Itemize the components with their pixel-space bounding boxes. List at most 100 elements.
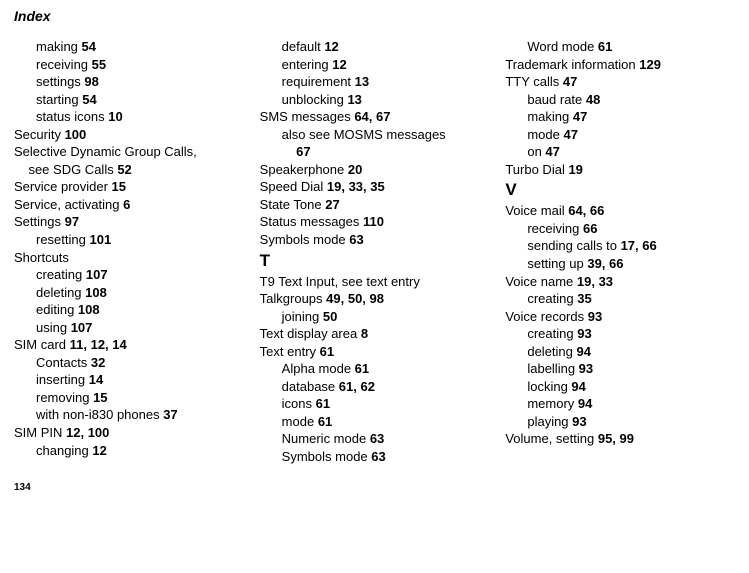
entry-text: deleting — [36, 285, 85, 300]
entry-page: 94 — [571, 379, 585, 394]
entry-text: Text entry — [260, 344, 320, 359]
entry-page: 27 — [325, 197, 339, 212]
entry-page: 101 — [89, 232, 111, 247]
column-2: default 12entering 12requirement 13unblo… — [260, 38, 490, 466]
index-entry: Status messages 110 — [260, 213, 490, 231]
entry-text: Selective Dynamic Group Calls, see SDG C… — [14, 144, 197, 177]
entry-text: using — [36, 320, 71, 335]
index-entry: Symbols mode 63 — [282, 448, 490, 466]
entry-page: 61 — [598, 39, 612, 54]
index-entry: with non-i830 phones 37 — [36, 406, 244, 424]
entry-page: 108 — [85, 285, 107, 300]
entry-page: 54 — [82, 92, 96, 107]
entry-text: database — [282, 379, 339, 394]
entry-page: 61, 62 — [339, 379, 375, 394]
index-entry: database 61, 62 — [282, 378, 490, 396]
section-letter: T — [260, 251, 490, 271]
index-entry: making 47 — [527, 108, 735, 126]
index-entry: Voice records 93 — [505, 308, 735, 326]
entry-page: 63 — [349, 232, 363, 247]
index-entry: changing 12 — [36, 442, 244, 460]
entry-text: resetting — [36, 232, 89, 247]
entry-page: 107 — [86, 267, 108, 282]
index-entry: Contacts 32 — [36, 354, 244, 372]
index-entry: Speakerphone 20 — [260, 161, 490, 179]
entry-page: 6 — [123, 197, 130, 212]
entry-text: editing — [36, 302, 78, 317]
entry-text: Voice mail — [505, 203, 568, 218]
entry-text: Shortcuts — [14, 250, 69, 265]
entry-page: 95, 99 — [598, 431, 634, 446]
entry-page: 61 — [355, 361, 369, 376]
entry-text: setting up — [527, 256, 587, 271]
page-number: 134 — [14, 482, 735, 493]
index-entry: memory 94 — [527, 395, 735, 413]
entry-page: 13 — [347, 92, 361, 107]
entry-text: joining — [282, 309, 323, 324]
index-entry: Numeric mode 63 — [282, 430, 490, 448]
entry-page: 54 — [82, 39, 96, 54]
entry-text: sending calls to — [527, 238, 620, 253]
entry-text: Volume, setting — [505, 431, 598, 446]
entry-page: 12 — [92, 443, 106, 458]
entry-page: 11, 12, 14 — [70, 337, 127, 352]
index-entry: Service provider 15 — [14, 178, 244, 196]
index-entry: mode 61 — [282, 413, 490, 431]
index-entry: Speed Dial 19, 33, 35 — [260, 178, 490, 196]
index-entry: setting up 39, 66 — [527, 255, 735, 273]
entry-page: 47 — [573, 109, 587, 124]
entry-page: 19, 33, 35 — [327, 179, 385, 194]
entry-text: Speakerphone — [260, 162, 348, 177]
entry-page: 47 — [563, 127, 577, 142]
entry-page: 61 — [318, 414, 332, 429]
entry-text: locking — [527, 379, 571, 394]
entry-page: 19, 33 — [577, 274, 613, 289]
index-entry: SMS messages 64, 67 — [260, 108, 490, 126]
index-entry: Alpha mode 61 — [282, 360, 490, 378]
entry-text: memory — [527, 396, 578, 411]
entry-page: 47 — [563, 74, 577, 89]
index-entry: Text display area 8 — [260, 325, 490, 343]
entry-page: 94 — [577, 344, 591, 359]
page: Index making 54receiving 55settings 98st… — [0, 0, 749, 501]
index-entry: making 54 — [36, 38, 244, 56]
entry-text: Service, activating — [14, 197, 123, 212]
entry-text: mode — [527, 127, 563, 142]
index-entry: joining 50 — [282, 308, 490, 326]
entry-text: creating — [36, 267, 86, 282]
entry-text: Talkgroups — [260, 291, 326, 306]
column-3: Word mode 61Trademark information 129TTY… — [505, 38, 735, 466]
index-entry: settings 98 — [36, 73, 244, 91]
index-entry: Trademark information 129 — [505, 56, 735, 74]
entry-page: 12 — [332, 57, 346, 72]
index-entry: Symbols mode 63 — [260, 231, 490, 249]
index-entry: playing 93 — [527, 413, 735, 431]
entry-page: 17, 66 — [621, 238, 657, 253]
entry-page: 94 — [578, 396, 592, 411]
entry-page: 50 — [323, 309, 337, 324]
entry-page: 8 — [361, 326, 368, 341]
index-entry: removing 15 — [36, 389, 244, 407]
entry-text: Trademark information — [505, 57, 639, 72]
index-entry: receiving 66 — [527, 220, 735, 238]
entry-text: State Tone — [260, 197, 326, 212]
index-entry: locking 94 — [527, 378, 735, 396]
index-entry: Volume, setting 95, 99 — [505, 430, 735, 448]
entry-text: requirement — [282, 74, 355, 89]
entry-page: 63 — [371, 449, 385, 464]
index-entry: Text entry 61 — [260, 343, 490, 361]
index-entry: sending calls to 17, 66 — [527, 237, 735, 255]
entry-text: Contacts — [36, 355, 91, 370]
entry-page: 47 — [545, 144, 559, 159]
entry-text: Word mode — [527, 39, 598, 54]
entry-page: 32 — [91, 355, 105, 370]
entry-page: 55 — [92, 57, 106, 72]
entry-text: removing — [36, 390, 93, 405]
entry-page: 98 — [84, 74, 98, 89]
entry-page: 15 — [93, 390, 107, 405]
entry-text: with non-i830 phones — [36, 407, 163, 422]
entry-text: Voice name — [505, 274, 577, 289]
entry-text: making — [527, 109, 573, 124]
entry-text: entering — [282, 57, 333, 72]
section-letter: V — [505, 180, 735, 200]
